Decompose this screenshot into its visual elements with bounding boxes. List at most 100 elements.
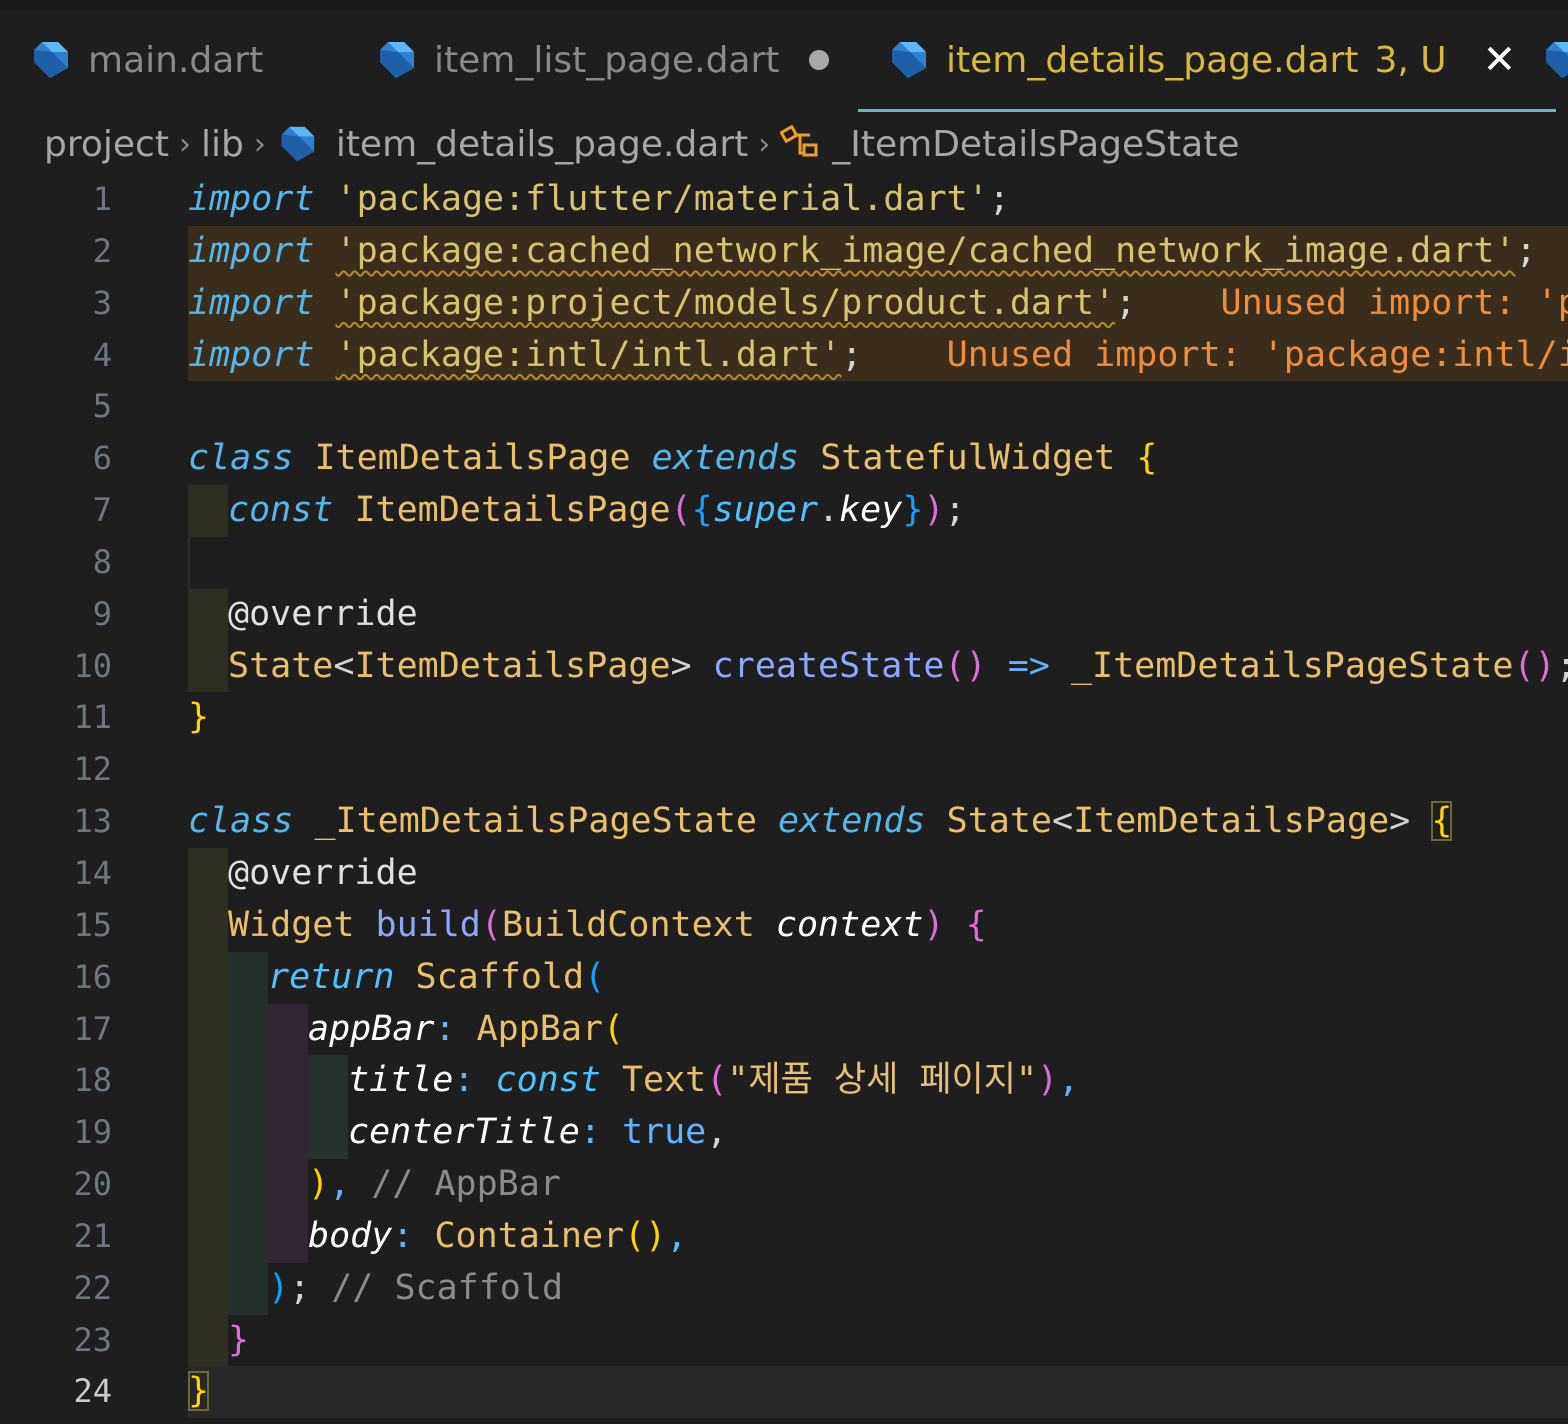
code-line[interactable]: ); // Scaffold	[188, 1262, 1568, 1315]
tab-overflow[interactable]	[1540, 10, 1568, 110]
keyword: import	[188, 282, 315, 323]
indent-guide	[188, 1314, 228, 1367]
line-number: 8	[92, 542, 112, 581]
keyword: const	[228, 490, 334, 531]
line-number: 6	[92, 439, 112, 478]
code-line-warning[interactable]: import 'package:cached_network_image/cac…	[188, 225, 1568, 278]
tab-label: main.dart	[88, 39, 264, 81]
keyword: import	[188, 334, 315, 375]
tab-item-list-page[interactable]: item_list_page.dart	[374, 10, 830, 110]
code-line[interactable]: class ItemDetailsPage extends StatefulWi…	[188, 433, 1568, 485]
line-number: 3	[92, 283, 112, 322]
tab-status-badge: 3, U	[1374, 39, 1447, 81]
string-literal: 'package:intl/intl.dart'	[335, 334, 842, 375]
line-number: 21	[73, 1216, 112, 1255]
code-line[interactable]: @override	[188, 847, 1568, 900]
line-number: 7	[92, 491, 112, 530]
code-line[interactable]: return Scaffold(	[188, 951, 1568, 1004]
indent-guide	[188, 1262, 228, 1315]
annotation: @override	[228, 593, 418, 634]
code-line[interactable]	[188, 744, 1568, 796]
code-line[interactable]	[188, 381, 1568, 433]
code-line[interactable]: @override	[188, 588, 1568, 641]
class-name: ItemDetailsPage	[354, 645, 671, 686]
function-name: build	[375, 904, 481, 945]
active-tab-indicator	[858, 109, 1557, 112]
indent-guide	[228, 1159, 268, 1211]
line-number: 1	[92, 180, 112, 218]
line-number: 18	[73, 1061, 112, 1100]
class-name: ItemDetailsPage	[1073, 801, 1390, 842]
class-name: ItemDetailsPage	[314, 438, 631, 479]
chevron-right-icon: ›	[758, 126, 771, 162]
indent-guide	[308, 1055, 348, 1108]
tab-main-dart[interactable]: main.dart	[28, 10, 263, 110]
indent-guide	[228, 1003, 268, 1056]
dart-file-icon	[380, 42, 414, 78]
class-symbol-icon	[780, 124, 818, 157]
parameter: body	[308, 1215, 393, 1256]
line-number: 17	[73, 1009, 112, 1048]
indent-guide	[228, 1055, 268, 1108]
code-line[interactable]: const ItemDetailsPage({super.key});	[188, 485, 1568, 537]
tab-item-details-page[interactable]: item_details_page.dart 3, U ✕	[858, 10, 1557, 112]
function-name: createState	[712, 645, 945, 686]
code-line[interactable]: State<ItemDetailsPage> createState() => …	[188, 640, 1568, 693]
line-number: 23	[73, 1320, 112, 1359]
class-name: Scaffold	[415, 956, 585, 997]
keyword: const	[495, 1060, 601, 1101]
code-line-warning[interactable]: import 'package:intl/intl.dart'; Unused …	[188, 329, 1568, 382]
class-name: _ItemDetailsPageState	[1070, 645, 1514, 686]
line-number: 22	[73, 1268, 112, 1307]
keyword: extends	[778, 801, 926, 842]
class-name: Text	[621, 1060, 707, 1101]
indent-guide	[268, 1107, 308, 1160]
code-line[interactable]: body: Container(),	[188, 1210, 1568, 1263]
breadcrumb-item-file[interactable]: item_details_page.dart	[336, 124, 748, 165]
parameter: key	[839, 490, 903, 531]
indent-guide	[188, 640, 228, 693]
code-line[interactable]: title: const Text("제품 상세 페이지"),	[188, 1055, 1568, 1108]
code-editor[interactable]: 1 2 3 4 5 6 7 8 9 10 11 12 13 14 15 16 1…	[0, 174, 1568, 1424]
indent-guide	[228, 1262, 268, 1315]
class-name: BuildContext	[501, 904, 755, 945]
code-line[interactable]: }	[188, 1314, 1568, 1367]
unsaved-dot-icon[interactable]	[809, 50, 830, 70]
code-area[interactable]: import 'package:flutter/material.dart'; …	[188, 174, 1568, 1419]
line-number: 14	[73, 853, 112, 892]
line-number: 9	[92, 594, 112, 633]
string-literal: 'package:flutter/material.dart'	[335, 179, 989, 219]
breadcrumb-item-class[interactable]: _ItemDetailsPageState	[832, 124, 1239, 165]
keyword: super	[712, 490, 819, 531]
code-line[interactable]: class _ItemDetailsPageState extends Stat…	[188, 796, 1568, 848]
indent-guide	[188, 536, 190, 589]
indent-guide	[188, 588, 228, 641]
line-number: 11	[73, 698, 112, 737]
line-number-current: 24	[73, 1372, 112, 1411]
code-line[interactable]: ), // AppBar	[188, 1159, 1568, 1211]
code-line[interactable]: appBar: AppBar(	[188, 1003, 1568, 1056]
keyword: class	[188, 438, 294, 479]
code-line[interactable]	[188, 536, 1568, 589]
breadcrumb-item-lib[interactable]: lib	[201, 124, 244, 165]
indent-guide	[228, 951, 268, 1004]
tab-label: item_details_page.dart	[946, 39, 1359, 81]
code-line[interactable]: centerTitle: true,	[188, 1107, 1568, 1160]
indent-guide	[188, 899, 228, 952]
indent-guide	[268, 1055, 308, 1108]
breadcrumb-item-project[interactable]: project	[44, 124, 169, 165]
class-name: ItemDetailsPage	[354, 490, 671, 531]
title-strip	[0, 0, 1568, 10]
code-line-warning[interactable]: import 'package:project/models/product.d…	[188, 277, 1568, 330]
code-line-current[interactable]: }	[188, 1366, 1568, 1419]
parameter: title	[348, 1060, 454, 1101]
line-number: 2	[92, 231, 112, 270]
breadcrumb: project › lib › item_details_page.dart ›…	[44, 118, 1239, 170]
code-line[interactable]: import 'package:flutter/material.dart';	[188, 174, 1568, 226]
parameter: appBar	[308, 1008, 435, 1049]
class-name: State	[228, 645, 334, 686]
indent-guide	[228, 1210, 268, 1263]
code-line[interactable]: }	[188, 692, 1568, 744]
close-icon[interactable]: ✕	[1483, 40, 1517, 80]
code-line[interactable]: Widget build(BuildContext context) {	[188, 899, 1568, 952]
